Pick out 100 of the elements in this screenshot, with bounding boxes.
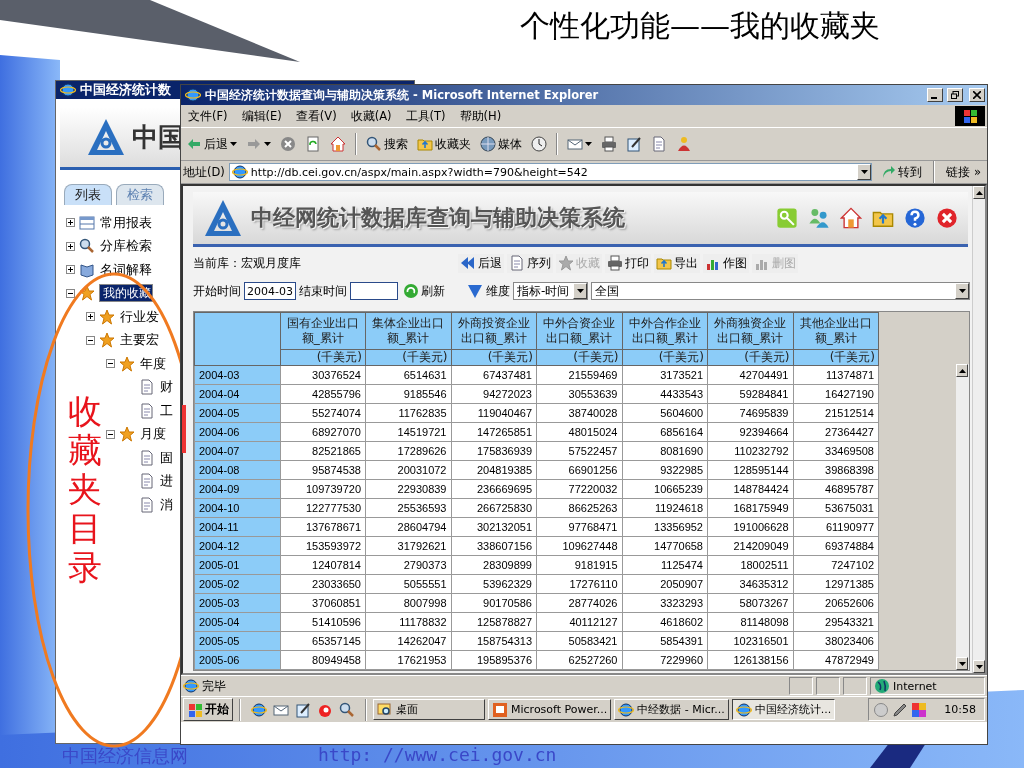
close-icon bbox=[936, 207, 958, 229]
restore-icon bbox=[951, 91, 959, 99]
tree-item[interactable]: 工 bbox=[159, 401, 174, 420]
taskbar-button[interactable]: 桌面 bbox=[373, 699, 485, 720]
status-pane bbox=[816, 677, 840, 695]
refresh-icon bbox=[305, 136, 321, 152]
go-arrow-icon bbox=[880, 164, 897, 180]
star-icon bbox=[119, 426, 135, 443]
document-icon bbox=[139, 379, 155, 396]
back-button[interactable]: 后退 bbox=[183, 134, 240, 154]
search-icon bbox=[79, 238, 95, 255]
tree-item[interactable]: 固 bbox=[159, 448, 174, 467]
person-icon bbox=[676, 136, 692, 152]
media-button[interactable]: 媒体 bbox=[477, 134, 525, 154]
go-button[interactable]: 转到 bbox=[876, 164, 927, 180]
minimize-button[interactable] bbox=[927, 88, 943, 102]
document-icon bbox=[509, 255, 525, 271]
column-header: 外商独资企业出口额_累计 bbox=[707, 312, 793, 350]
splitter-handle[interactable] bbox=[182, 405, 186, 453]
browser-icon bbox=[60, 82, 76, 98]
caret-icon bbox=[958, 289, 966, 293]
mail-icon bbox=[567, 136, 583, 152]
document-icon bbox=[139, 449, 155, 466]
favorites-button[interactable]: 收藏夹 bbox=[414, 134, 474, 154]
up-arrow-icon bbox=[975, 190, 983, 195]
restore-button[interactable] bbox=[947, 88, 963, 102]
series-button[interactable]: 序列 bbox=[507, 253, 553, 273]
people-icon bbox=[808, 207, 830, 229]
document-icon bbox=[139, 402, 155, 419]
end-time-field[interactable] bbox=[350, 282, 398, 300]
start-time-field[interactable]: 2004-03 bbox=[244, 282, 296, 300]
expand-icon[interactable] bbox=[66, 265, 75, 275]
expand-icon[interactable] bbox=[86, 312, 95, 322]
menu-item[interactable]: 文件(F) bbox=[181, 108, 235, 124]
chart-button[interactable]: 作图 bbox=[703, 253, 749, 273]
menu-item[interactable]: 查看(V) bbox=[288, 108, 344, 124]
taskbar-button[interactable]: Microsoft Power... bbox=[488, 699, 612, 720]
start-button[interactable]: 开始 bbox=[183, 698, 233, 721]
close-button[interactable] bbox=[969, 88, 985, 102]
rewind-icon bbox=[460, 255, 476, 271]
address-field[interactable]: http://db.cei.gov.cn/aspx/main.aspx?width=790&height=542 bbox=[228, 163, 873, 181]
menu-item[interactable]: 收藏(A) bbox=[343, 108, 399, 124]
collapse-icon[interactable] bbox=[106, 429, 115, 439]
links-button[interactable]: 链接 » bbox=[942, 164, 985, 180]
scroll-down-button[interactable] bbox=[956, 657, 968, 670]
browser-icon bbox=[618, 701, 635, 718]
start-time-label: 开始时间 bbox=[193, 282, 241, 300]
tree-item[interactable]: 行业发 bbox=[119, 307, 160, 326]
flag-icon bbox=[187, 701, 203, 718]
column-header: 其他企业出口额_累计 bbox=[793, 312, 879, 350]
page-title: 中经网统计数据库查询与辅助决策系统 bbox=[251, 203, 626, 232]
tree-item[interactable]: 常用报表 bbox=[99, 213, 153, 232]
scroll-up-button[interactable] bbox=[973, 186, 985, 199]
help-icon bbox=[904, 207, 926, 229]
caret-icon bbox=[264, 142, 271, 146]
star-icon bbox=[558, 255, 574, 271]
collapse-icon[interactable] bbox=[86, 335, 95, 345]
zone-label: Internet bbox=[893, 679, 937, 693]
flag-icon bbox=[962, 108, 978, 124]
menu-item[interactable]: 编辑(E) bbox=[234, 108, 289, 124]
tree-item[interactable]: 月度 bbox=[139, 425, 167, 444]
back-button[interactable]: 后退 bbox=[458, 253, 504, 273]
folder-icon bbox=[417, 136, 433, 152]
expand-icon[interactable] bbox=[66, 218, 75, 228]
clock: 10:58 bbox=[944, 703, 976, 716]
network-icon bbox=[873, 701, 890, 718]
tree-item[interactable]: 年度 bbox=[139, 354, 167, 373]
export-button[interactable]: 导出 bbox=[654, 253, 700, 273]
tree-item[interactable]: 主要宏 bbox=[119, 331, 160, 350]
scroll-up-button[interactable] bbox=[956, 364, 968, 377]
browser-icon bbox=[251, 701, 267, 718]
tree-item[interactable]: 分库检索 bbox=[99, 237, 153, 256]
dropdown-button[interactable] bbox=[857, 164, 872, 180]
region-select[interactable]: 全国 bbox=[591, 282, 970, 300]
end-time-label: 结束时间 bbox=[299, 282, 347, 300]
tree-item[interactable]: 进 bbox=[159, 472, 174, 491]
star-icon bbox=[99, 308, 115, 325]
dimension-select[interactable]: 指标-时间 bbox=[513, 282, 589, 300]
collapse-icon[interactable] bbox=[106, 359, 115, 369]
refresh-button[interactable]: 刷新 bbox=[401, 281, 447, 301]
scroll-down-button[interactable] bbox=[973, 660, 985, 673]
menu-item[interactable]: 工具(T) bbox=[398, 108, 453, 124]
print-button[interactable]: 打印 bbox=[605, 253, 651, 273]
expand-icon[interactable] bbox=[66, 241, 75, 251]
browser-icon bbox=[183, 678, 199, 694]
right-arrow-icon bbox=[246, 136, 262, 152]
tab[interactable]: 列表 bbox=[64, 184, 112, 205]
tree-item[interactable]: 消 bbox=[159, 495, 174, 514]
history-button[interactable] bbox=[528, 134, 550, 154]
taskbar-button[interactable]: 中经数据 - Micr... bbox=[614, 699, 729, 720]
column-header: 集体企业出口额_累计 bbox=[365, 312, 451, 350]
caret-icon bbox=[230, 142, 237, 146]
menu-item[interactable]: 帮助(H) bbox=[452, 108, 509, 124]
folder-icon bbox=[656, 255, 672, 271]
browser-icon bbox=[231, 164, 248, 180]
taskbar-button[interactable]: 中国经济统计... bbox=[731, 699, 836, 720]
collapse-icon[interactable] bbox=[66, 288, 75, 298]
document-icon bbox=[139, 496, 155, 513]
search-button[interactable]: 搜索 bbox=[363, 134, 411, 154]
tree-item[interactable]: 财 bbox=[159, 378, 174, 397]
